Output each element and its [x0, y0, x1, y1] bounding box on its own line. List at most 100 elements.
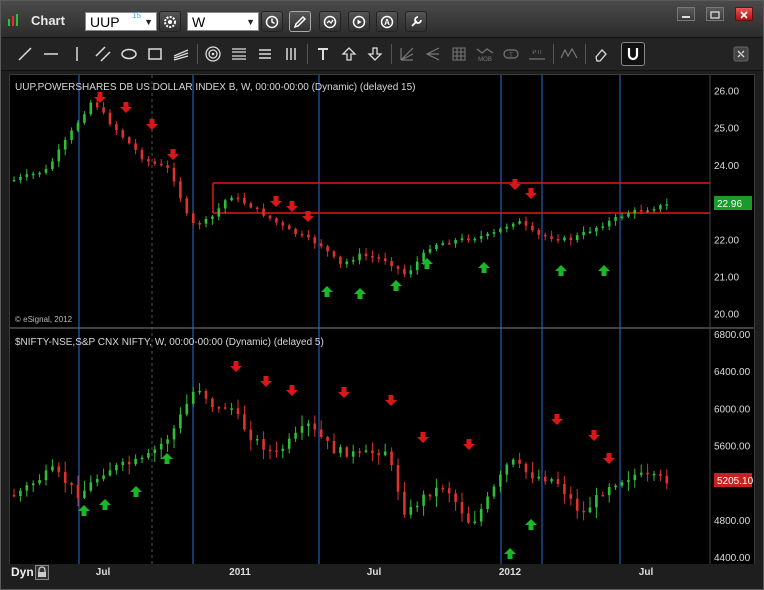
pane2-candle-body	[646, 472, 649, 475]
pti-tool[interactable]: PTI	[525, 42, 549, 66]
buy-arrow-up	[78, 505, 90, 516]
pane1-candle-body	[377, 257, 381, 259]
pane1-candle-body	[102, 107, 105, 113]
copyright-notice: © eSignal, 2012	[15, 315, 73, 324]
minimize-icon	[682, 16, 690, 18]
down-arrow-tool[interactable]	[363, 42, 387, 66]
vertical-line-tool[interactable]	[65, 42, 89, 66]
play-icon	[352, 15, 366, 28]
toolbar-separator	[553, 44, 554, 64]
fib-retracement-tool[interactable]	[227, 42, 251, 66]
pane2-candle-body	[659, 473, 662, 476]
sell-arrow-down	[270, 196, 282, 207]
elliott-wave-tool[interactable]	[557, 42, 581, 66]
interval-clock-button[interactable]	[261, 11, 283, 32]
link-chart-button[interactable]	[319, 11, 341, 32]
sell-arrow-down	[385, 395, 397, 406]
pti-icon: PTI	[529, 50, 545, 60]
pane2-candle-body	[383, 451, 387, 456]
pane1-candle-body	[364, 253, 368, 257]
pane2-candle-body	[627, 480, 630, 483]
magnet-tool[interactable]	[621, 42, 645, 66]
play-button[interactable]	[348, 11, 370, 32]
pane2-candle-body	[505, 464, 509, 475]
pane2-candle-body	[595, 494, 598, 508]
symbol-input[interactable]: UUP ▼	[85, 12, 157, 31]
pane2-candle-body	[511, 459, 515, 465]
pane1-candle-body	[620, 216, 624, 219]
minimize-button[interactable]	[677, 7, 695, 21]
pane1-candle-body	[524, 221, 528, 226]
dynamic-mode-label[interactable]: Dyn	[11, 565, 34, 579]
pane1-candle-body	[614, 216, 617, 221]
pane1-candle-body	[153, 161, 157, 164]
equal-lines-tool[interactable]	[253, 42, 277, 66]
time-tool[interactable]: T	[499, 42, 523, 66]
pane2-candle-body	[339, 447, 342, 454]
pane1-candle-body	[326, 246, 329, 252]
pane1-candle-body	[243, 197, 246, 204]
mob-tool[interactable]: MOB	[473, 42, 497, 66]
pane1-y-tick: 26.00	[714, 87, 739, 98]
pane2-candle-body	[537, 476, 541, 479]
sell-arrow-down	[94, 92, 106, 103]
pane2-candle-body	[134, 458, 137, 465]
draw-tools-button[interactable]	[289, 11, 311, 32]
pane2-candle-body	[102, 475, 105, 479]
link-icon	[323, 15, 337, 28]
speed-lines-tool[interactable]	[421, 42, 445, 66]
symbol-settings-button[interactable]	[159, 11, 181, 32]
symbol-dropdown-arrow-icon[interactable]: ▼	[144, 13, 153, 32]
time-cycle-tool[interactable]	[279, 42, 303, 66]
eraser-tool[interactable]	[589, 42, 613, 66]
pane1-candle-body	[467, 238, 470, 241]
pane1-candle-body	[543, 234, 547, 237]
pane2-candle-body	[191, 391, 195, 404]
rectangle-tool[interactable]	[143, 42, 167, 66]
trendline-tool[interactable]	[13, 42, 37, 66]
grid-tool[interactable]	[447, 42, 471, 66]
pane2-candle-body	[268, 449, 272, 452]
pane1-candle-body	[627, 213, 630, 217]
up-arrow-tool[interactable]	[337, 42, 361, 66]
close-button[interactable]	[735, 7, 753, 21]
pane1-candle-body	[223, 200, 227, 209]
pane1-candle-body	[191, 213, 195, 224]
interval-dropdown-arrow-icon[interactable]: ▼	[246, 13, 255, 32]
interval-input[interactable]: W ▼	[187, 12, 259, 31]
buy-arrow-up	[555, 265, 567, 276]
pane2-candle-body	[460, 501, 464, 514]
pane1-candle-body	[70, 130, 73, 140]
clock-icon	[265, 15, 279, 28]
pane2-candle-body	[607, 486, 611, 496]
pane2-candle-body	[569, 493, 573, 499]
text-tool[interactable]	[311, 42, 335, 66]
three-horizontal-lines-icon	[259, 49, 271, 59]
channel-tool[interactable]	[91, 42, 115, 66]
lock-icon[interactable]	[35, 565, 49, 580]
chart-area[interactable]: 26.0025.0024.0023.0022.0021.0020.006800.…	[9, 74, 755, 566]
tools-button[interactable]	[405, 11, 427, 32]
pane2-candle-body	[185, 403, 189, 415]
cycle-tool[interactable]	[201, 42, 225, 66]
pane1-y-tick: 22.00	[714, 235, 739, 246]
pane1-candle-body	[108, 112, 112, 125]
pane1-y-tick: 21.00	[714, 273, 739, 284]
sell-arrow-down	[463, 439, 475, 450]
alerts-button[interactable]: A	[376, 11, 398, 32]
pane1-candle-body	[460, 238, 464, 240]
magnet-icon	[627, 48, 639, 61]
gann-fan-tool[interactable]	[395, 42, 419, 66]
maximize-button[interactable]	[706, 7, 724, 21]
pane2-candle-body	[652, 473, 656, 476]
pane1-candle-body	[563, 237, 566, 241]
ellipse-tool[interactable]	[117, 42, 141, 66]
toolbar-options-button[interactable]	[729, 42, 753, 66]
pane2-candle-body	[403, 491, 406, 515]
horizontal-line-tool[interactable]	[39, 42, 63, 66]
pane1-candle-body	[556, 238, 560, 241]
pane2-candle-body	[467, 513, 470, 523]
price-plots: 26.0025.0024.0023.0022.0021.0020.006800.…	[10, 75, 754, 565]
fan-lines-tool[interactable]	[169, 42, 193, 66]
pane1-candle-body	[57, 149, 61, 162]
